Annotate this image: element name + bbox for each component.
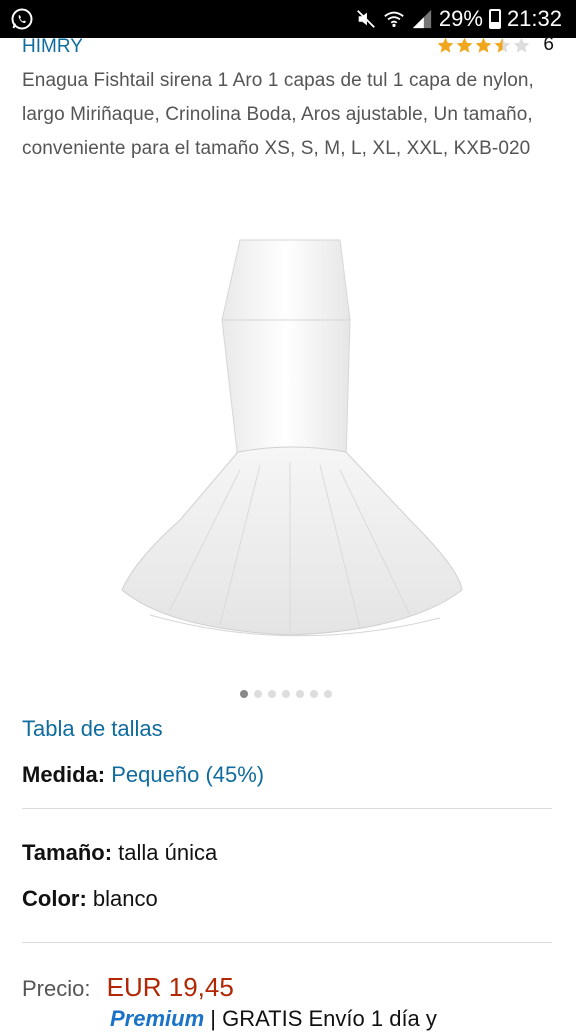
status-bar: 29% 21:32 (0, 0, 576, 38)
product-image[interactable] (110, 230, 470, 660)
color-value: blanco (92, 886, 158, 911)
shipping-text: | GRATIS Envío 1 día y (210, 1006, 437, 1031)
tamano-row: Tamaño: talla única (22, 840, 217, 866)
star-icon (476, 37, 492, 53)
star-icon (457, 37, 473, 53)
mute-icon (356, 10, 375, 28)
star-icon (514, 37, 530, 53)
star-icon (438, 37, 454, 53)
gallery-dot[interactable] (282, 690, 290, 698)
gallery-dot[interactable] (268, 690, 276, 698)
signal-icon (412, 9, 432, 29)
rating-stars (436, 36, 531, 55)
brand-link[interactable]: HIMRY (22, 36, 83, 58)
product-title: Enagua Fishtail sirena 1 Aro 1 capas de … (22, 70, 534, 159)
star-icon (495, 37, 511, 53)
gallery-dot[interactable] (254, 690, 262, 698)
clock: 21:32 (506, 6, 562, 31)
medida-label: Medida: (22, 762, 106, 787)
whatsapp-icon (11, 8, 33, 30)
price-label: Precio: (22, 976, 91, 1001)
color-label: Color: (22, 886, 87, 911)
tamano-label: Tamaño: (22, 840, 113, 865)
medida-value[interactable]: Pequeño (45%) (111, 762, 264, 787)
gallery-dot[interactable] (310, 690, 318, 698)
divider (22, 808, 552, 809)
price-value: EUR 19,45 (106, 972, 234, 1002)
color-row: Color: blanco (22, 886, 158, 912)
brand-rating-row: HIMRY 6 (22, 34, 554, 60)
premium-badge: Premium (110, 1006, 205, 1031)
medida-row[interactable]: Medida: Pequeño (45%) (22, 762, 264, 788)
rating-count: 6 (543, 34, 554, 55)
gallery-dot[interactable] (324, 690, 332, 698)
size-chart-link[interactable]: Tabla de tallas (22, 716, 163, 742)
divider (22, 942, 552, 943)
rating[interactable]: 6 (436, 34, 554, 56)
battery-percent: 29% (438, 6, 483, 31)
tamano-value: talla única (118, 840, 218, 865)
gallery-dot[interactable] (240, 690, 248, 698)
price-row: Precio: EUR 19,45 (22, 972, 234, 1003)
wifi-icon (384, 11, 404, 28)
shipping-info: Premium | GRATIS Envío 1 día y (110, 1006, 437, 1032)
battery-icon (488, 9, 501, 29)
gallery-dots[interactable] (240, 690, 332, 698)
gallery-dot[interactable] (296, 690, 304, 698)
